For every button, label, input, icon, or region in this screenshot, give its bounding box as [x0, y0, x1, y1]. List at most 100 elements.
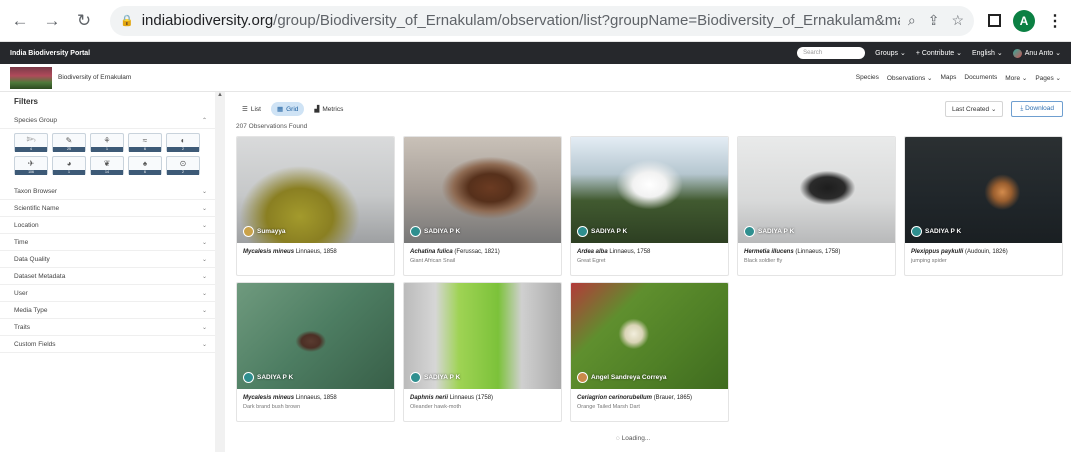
share-icon[interactable]: ⇪ [928, 12, 940, 29]
filter-row[interactable]: Data Quality ⌄ [0, 251, 215, 268]
species-group-tile[interactable]: ♠ 6 [128, 156, 162, 175]
observer[interactable]: Sumayya [243, 226, 286, 237]
scientific-name[interactable]: Daphnis nerii Linnaeus (1758) [410, 395, 555, 401]
card-body: Daphnis nerii Linnaeus (1758) Oleander ha… [404, 389, 561, 421]
observation-card[interactable]: Sumayya Mycalesis mineus Linnaeus, 1858 [236, 136, 395, 276]
observer-avatar [577, 226, 588, 237]
scientific-name[interactable]: Ardea alba Linnaeus, 1758 [577, 249, 722, 255]
observer[interactable]: SADIYA P K [744, 226, 794, 237]
group-logo[interactable] [10, 66, 52, 89]
observer[interactable]: SADIYA P K [243, 372, 293, 383]
chevron-down-icon: ⌄ [201, 324, 207, 331]
observer-name: SADIYA P K [424, 374, 461, 381]
observation-card[interactable]: SADIYA P K Daphnis nerii Linnaeus (1758) O… [403, 282, 562, 422]
observation-photo[interactable]: SADIYA P K [571, 137, 728, 243]
species-group-tile[interactable]: ⚘ 1 [90, 133, 124, 152]
species-group-tile[interactable]: ◕ 1 [52, 156, 86, 175]
observation-photo[interactable]: SADIYA P K [404, 137, 561, 243]
species-group-tile[interactable]: ≈6 [128, 133, 162, 152]
results-panel: ☰ List ▦ Grid ▟ Metrics Last Created ⌄ ⤓ Do… [216, 92, 1071, 452]
filter-label: Time [14, 238, 29, 246]
kebab-menu-icon[interactable]: ⋮ [1047, 11, 1063, 31]
nav-more[interactable]: More ⌄ [1005, 74, 1027, 82]
group-name[interactable]: Biodiversity of Ernakulam [58, 74, 131, 81]
species-group-tile[interactable]: ❦ 14 [90, 156, 124, 175]
nav-documents[interactable]: Documents [964, 74, 997, 82]
observation-card[interactable]: Angel Sandreya Correya Ceriagrion cerinor… [570, 282, 729, 422]
nav-pages[interactable]: Pages ⌄ [1035, 74, 1061, 82]
species-author: Linnaeus, 1758 [609, 249, 651, 255]
species-group-tile[interactable]: ✈ 106 [14, 156, 48, 175]
filter-row[interactable]: Custom Fields ⌄ [0, 336, 215, 353]
scientific-name[interactable]: Ceriagrion cerinorubellum (Brauer, 1865) [577, 395, 722, 401]
observer[interactable]: SADIYA P K [577, 226, 627, 237]
filter-row[interactable]: Taxon Browser ⌄ [0, 183, 215, 200]
sort-select[interactable]: Last Created ⌄ [944, 101, 1004, 117]
observation-card[interactable]: SADIYA P K Ardea alba Linnaeus, 1758 Great… [570, 136, 729, 276]
filter-row[interactable]: User ⌄ [0, 285, 215, 302]
filter-row[interactable]: Location ⌄ [0, 217, 215, 234]
observation-photo[interactable]: SADIYA P K [738, 137, 895, 243]
species-group-icon: ◐ [180, 136, 186, 145]
filter-row[interactable]: Traits ⌄ [0, 319, 215, 336]
nav-maps[interactable]: Maps [940, 74, 956, 82]
observer[interactable]: SADIYA P K [410, 372, 460, 383]
nav-observations[interactable]: Observations ⌄ [887, 74, 933, 82]
observer[interactable]: SADIYA P K [410, 226, 460, 237]
reload-icon[interactable]: ↻ [72, 9, 96, 33]
contribute-menu[interactable]: + Contribute ⌄ [916, 49, 962, 57]
filter-row[interactable]: Scientific Name ⌄ [0, 200, 215, 217]
observation-photo[interactable]: SADIYA P K [237, 283, 394, 389]
filter-species-group[interactable]: Species Group ⌃ [0, 112, 215, 129]
tab-metrics[interactable]: ▟ Metrics [308, 102, 349, 116]
species-group-icon: ♠ [142, 159, 148, 168]
scientific-name[interactable]: Mycalesis mineus Linnaeus, 1858 [243, 395, 388, 401]
back-arrow-icon[interactable]: ← [8, 9, 32, 33]
species-group-icon: ⚘ [103, 136, 111, 145]
observation-photo[interactable]: SADIYA P K [905, 137, 1062, 243]
tab-list[interactable]: ☰ List [236, 102, 267, 116]
filter-row[interactable]: Time ⌄ [0, 234, 215, 251]
observation-card[interactable]: SADIYA P K Hermetia illucens (Linnaeus, 1… [737, 136, 896, 276]
observation-photo[interactable]: Angel Sandreya Correya [571, 283, 728, 389]
scientific-name[interactable]: Plexippus paykulli (Audouin, 1826) [911, 249, 1056, 255]
address-bar[interactable]: 🔒 indiabiodiversity.org/group/Biodiversi… [110, 5, 974, 36]
species-group-grid: 𓆸 4 ✎ 25 ⚘ 1 ≈6 ◐ 2 ✈ 106 ◕ 1 ❦ 14 ♠ 6 ⊙ 2 [0, 129, 215, 183]
scientific-name[interactable]: Mycalesis mineus Linnaeus, 1858 [243, 249, 388, 255]
sidepanel-icon[interactable] [988, 14, 1001, 27]
language-menu[interactable]: English ⌄ [972, 49, 1003, 57]
observation-card[interactable]: SADIYA P K Achatina fulica (Ferussac, 182… [403, 136, 562, 276]
species-group-count: 2 [167, 147, 199, 152]
groups-menu[interactable]: Groups ⌄ [875, 49, 906, 57]
nav-species[interactable]: Species [856, 74, 879, 82]
filter-label: Media Type [14, 306, 48, 314]
observation-card[interactable]: SADIYA P K Mycalesis mineus Linnaeus, 185… [236, 282, 395, 422]
species-group-tile[interactable]: 𓆸4 [14, 133, 48, 152]
star-icon[interactable]: ☆ [951, 12, 964, 29]
portal-title[interactable]: India Biodiversity Portal [10, 50, 90, 57]
observation-photo[interactable]: SADIYA P K [404, 283, 561, 389]
observation-photo[interactable]: Sumayya [237, 137, 394, 243]
species-group-tile[interactable]: ◐ 2 [166, 133, 200, 152]
filter-row[interactable]: Media Type ⌄ [0, 302, 215, 319]
observer[interactable]: SADIYA P K [911, 226, 961, 237]
url-text[interactable]: indiabiodiversity.org/group/Biodiversity… [142, 12, 900, 29]
user-menu[interactable]: Anu Anto ⌄ [1012, 48, 1061, 58]
forward-arrow-icon[interactable]: → [40, 9, 64, 33]
scientific-name[interactable]: Hermetia illucens (Linnaeus, 1758) [744, 249, 889, 255]
species-author: Linnaeus (1758) [449, 395, 494, 401]
scientific-name[interactable]: Achatina fulica (Ferussac, 1821) [410, 249, 555, 255]
species-group-tile[interactable]: ⊙ 2 [166, 156, 200, 175]
browser-toolbar: ← → ↻ 🔒 indiabiodiversity.org/group/Biod… [0, 0, 1071, 42]
download-button[interactable]: ⤓ Download [1011, 101, 1063, 117]
observation-card[interactable]: SADIYA P K Plexippus paykulli (Audouin, 1… [904, 136, 1063, 276]
portal-search-input[interactable]: Search [797, 47, 866, 59]
filter-row[interactable]: Dataset Metadata ⌄ [0, 268, 215, 285]
search-icon[interactable]: ⌕ [908, 12, 916, 29]
common-name: Giant African Snail [410, 258, 456, 264]
tab-grid[interactable]: ▦ Grid [270, 102, 305, 116]
species-group-tile[interactable]: ✎ 25 [52, 133, 86, 152]
profile-avatar[interactable]: A [1013, 9, 1035, 32]
observer[interactable]: Angel Sandreya Correya [577, 372, 667, 383]
chevron-down-icon: ⌄ [201, 256, 207, 263]
